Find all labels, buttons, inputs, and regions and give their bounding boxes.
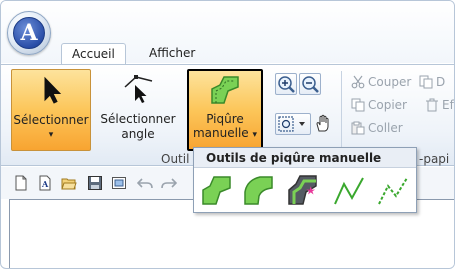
trash-icon [426, 98, 438, 112]
select-button-label: Sélectionner [13, 113, 89, 127]
cut-label: Couper [368, 75, 412, 89]
paste-label: Coller [368, 121, 403, 135]
pan-hand-button[interactable] [313, 113, 335, 135]
delete-label-partial: Ef [442, 98, 454, 112]
manual-piecing-icon [211, 76, 239, 104]
duplicate-label-partial: D [436, 75, 446, 89]
app-window: A Accueil Afficher Sélectionner ▾ Sélect… [0, 0, 455, 269]
shape-piecing-icon[interactable] [286, 172, 320, 208]
redo-icon[interactable] [161, 175, 177, 191]
manual-piecing-label-1: Piqûre [206, 112, 244, 126]
paste-button[interactable]: Coller [351, 119, 403, 137]
paste-icon [351, 121, 365, 135]
import-icon[interactable] [111, 175, 127, 191]
manual-piecing-dropdown: Outils de piqûre manuelle [193, 147, 417, 213]
dropdown-title: Outils de piqûre manuelle [194, 148, 416, 168]
zoom-out-icon [302, 76, 319, 93]
cut-button[interactable]: Couper [351, 73, 411, 91]
tab-afficher[interactable]: Afficher [139, 43, 205, 65]
zoom-in-button[interactable] [275, 73, 297, 95]
angle-cursor-icon [124, 75, 153, 103]
dotted-line-icon[interactable] [376, 172, 410, 208]
arc-piecing-icon[interactable] [200, 172, 234, 208]
scissors-icon [351, 75, 365, 89]
copy-icon [351, 98, 365, 112]
manual-piecing-button[interactable]: Piqûre manuelle ▾ [187, 69, 263, 151]
duplicate-button[interactable]: D [419, 73, 445, 91]
copy-label: Copier [368, 98, 407, 112]
select-dropdown-arrow: ▾ [48, 130, 54, 140]
group-label-clipboard: -papi [419, 152, 450, 166]
new-document-icon[interactable] [13, 175, 29, 191]
duplicate-icon [419, 75, 433, 89]
tab-accueil[interactable]: Accueil [61, 43, 126, 65]
manual-piecing-label-2: manuelle ▾ [192, 126, 258, 140]
delete-button[interactable]: Ef [425, 96, 454, 114]
svg-text:A: A [41, 179, 49, 189]
select-angle-label-1: Sélectionner [100, 112, 176, 126]
zoom-area-dropdown[interactable] [275, 113, 311, 135]
app-logo-letter: A [13, 17, 45, 49]
select-button[interactable]: Sélectionner ▾ [11, 69, 91, 151]
save-icon[interactable] [87, 175, 103, 191]
title-tab-band: A Accueil Afficher [1, 1, 454, 65]
zoom-area-icon [278, 116, 305, 132]
hand-icon [316, 114, 329, 132]
undo-icon[interactable] [137, 175, 153, 191]
group-label-tools: Outil [161, 152, 190, 166]
cursor-arrow-icon [44, 76, 62, 104]
select-angle-label-2: angle [121, 127, 155, 141]
select-angle-button[interactable]: Sélectionner angle [97, 69, 179, 151]
curve-piecing-icon[interactable] [242, 172, 276, 208]
app-logo-button[interactable]: A [7, 11, 51, 55]
copy-button[interactable]: Copier [351, 96, 407, 114]
zoom-out-button[interactable] [299, 73, 321, 95]
open-folder-icon[interactable] [61, 175, 77, 191]
zoom-in-icon [278, 76, 295, 93]
template-document-icon[interactable]: A [37, 175, 53, 191]
line-icon[interactable] [332, 172, 366, 208]
ribbon-group-separator [341, 71, 342, 159]
